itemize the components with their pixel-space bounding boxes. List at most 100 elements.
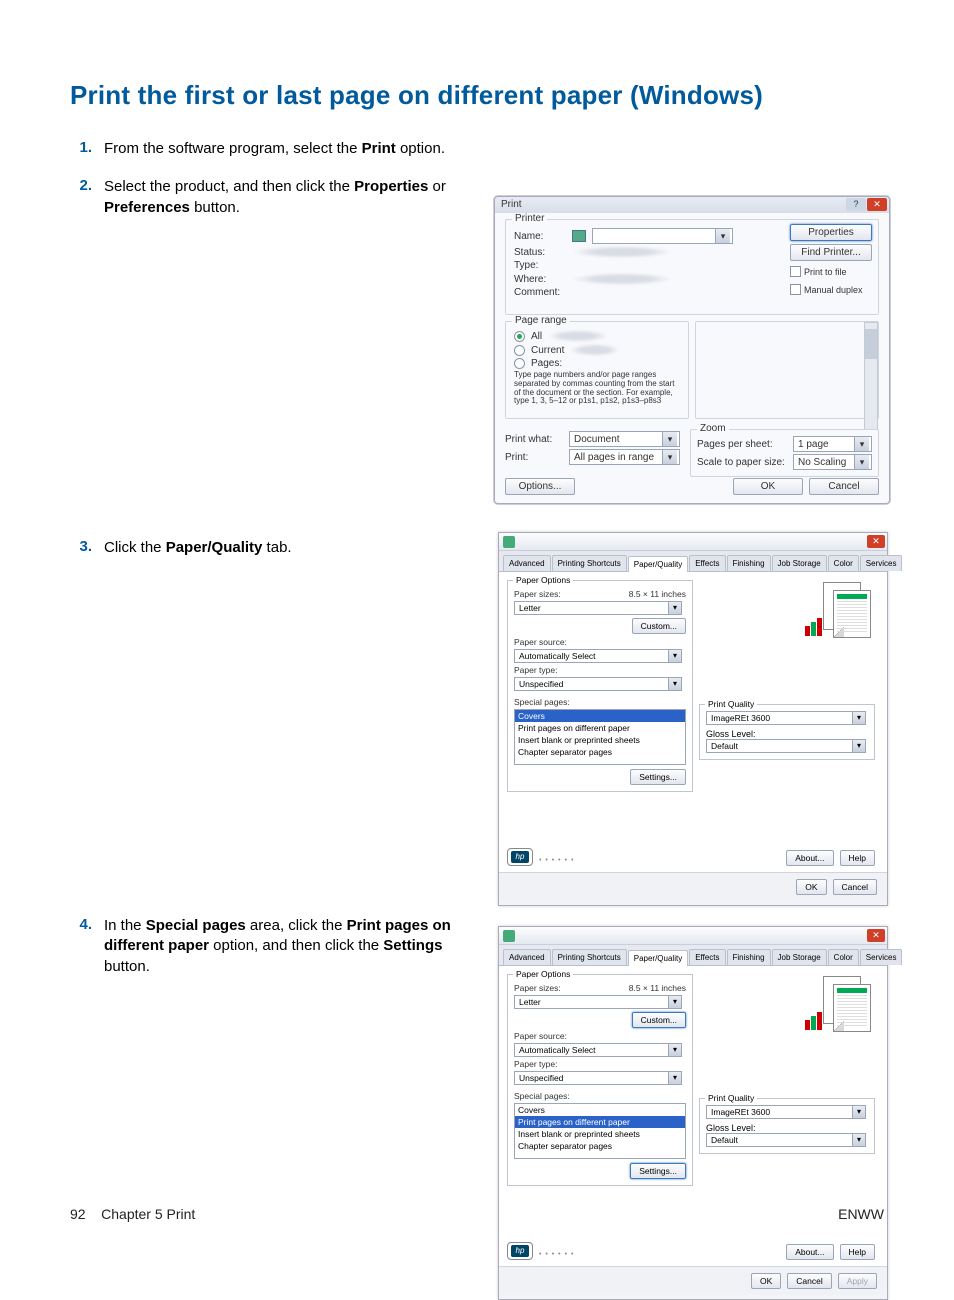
gloss-level-label: Gloss Level: xyxy=(706,1123,868,1133)
printer-group-label: Printer xyxy=(512,213,547,224)
print-quality-group-label: Print Quality xyxy=(705,1093,757,1103)
dialog-titlebar: ✕ xyxy=(499,927,887,945)
tab-advanced[interactable]: Advanced xyxy=(503,555,551,571)
step-text: From the software program, select the Pr… xyxy=(104,139,445,159)
tab-effects[interactable]: Effects xyxy=(689,555,725,571)
list-item[interactable]: Print pages on different paper xyxy=(515,722,685,734)
tab-job-storage[interactable]: Job Storage xyxy=(772,555,827,571)
pages-per-sheet-combo[interactable]: 1 page xyxy=(793,436,872,452)
list-item[interactable]: Chapter separator pages xyxy=(515,746,685,758)
cancel-button[interactable]: Cancel xyxy=(787,1273,831,1289)
step-number: 4. xyxy=(70,916,104,933)
help-button[interactable]: Help xyxy=(840,850,875,866)
hp-logo-icon: hp xyxy=(507,848,533,866)
ok-button[interactable]: OK xyxy=(796,879,826,895)
scale-label: Scale to paper size: xyxy=(697,457,787,468)
tab-paper-quality[interactable]: Paper/Quality xyxy=(628,556,688,572)
list-item[interactable]: Chapter separator pages xyxy=(515,1140,685,1152)
close-icon[interactable]: ✕ xyxy=(867,929,885,942)
gloss-level-combo[interactable]: Default xyxy=(706,1133,866,1147)
gloss-level-combo[interactable]: Default xyxy=(706,739,866,753)
printer-icon xyxy=(503,536,515,548)
page-title: Print the first or last page on differen… xyxy=(70,80,884,111)
paper-sizes-combo[interactable]: Letter xyxy=(514,995,682,1009)
tab-color[interactable]: Color xyxy=(828,555,859,571)
special-pages-list[interactable]: Covers Print pages on different paper In… xyxy=(514,1103,686,1159)
scale-combo[interactable]: No Scaling xyxy=(793,454,872,470)
type-label: Type: xyxy=(514,260,566,271)
tab-paper-quality[interactable]: Paper/Quality xyxy=(628,950,688,966)
find-printer-button[interactable]: Find Printer... xyxy=(790,244,872,261)
pages-radio[interactable] xyxy=(514,358,525,369)
help-icon[interactable]: ? xyxy=(846,198,866,211)
tab-advanced[interactable]: Advanced xyxy=(503,949,551,965)
paper-type-combo[interactable]: Unspecified xyxy=(514,1071,682,1085)
all-radio[interactable] xyxy=(514,331,525,342)
list-item[interactable]: Covers xyxy=(515,1104,685,1116)
list-item[interactable]: Print pages on different paper xyxy=(515,1116,685,1128)
paper-options-group-label: Paper Options xyxy=(513,969,573,979)
tab-job-storage[interactable]: Job Storage xyxy=(772,949,827,965)
about-button[interactable]: About... xyxy=(786,850,833,866)
print-to-file-checkbox[interactable] xyxy=(790,266,801,277)
help-button[interactable]: Help xyxy=(840,1244,875,1260)
special-pages-list[interactable]: Covers Print pages on different paper In… xyxy=(514,709,686,765)
tab-color[interactable]: Color xyxy=(828,949,859,965)
ok-button[interactable]: OK xyxy=(751,1273,781,1289)
list-item[interactable]: Insert blank or preprinted sheets xyxy=(515,734,685,746)
tab-services[interactable]: Services xyxy=(860,949,903,965)
about-button[interactable]: About... xyxy=(786,1244,833,1260)
status-label: Status: xyxy=(514,247,566,258)
special-pages-label: Special pages: xyxy=(514,1091,686,1101)
tab-services[interactable]: Services xyxy=(860,555,903,571)
close-icon[interactable]: ✕ xyxy=(867,198,887,211)
paper-type-combo[interactable]: Unspecified xyxy=(514,677,682,691)
print-quality-combo[interactable]: ImageREt 3600 xyxy=(706,1105,866,1119)
ok-button[interactable]: OK xyxy=(733,478,803,495)
manual-duplex-checkbox[interactable] xyxy=(790,284,801,295)
settings-button[interactable]: Settings... xyxy=(630,1163,686,1179)
paper-source-combo[interactable]: Automatically Select xyxy=(514,1043,682,1057)
all-radio-label: All xyxy=(531,331,542,342)
paper-source-combo[interactable]: Automatically Select xyxy=(514,649,682,663)
tab-finishing[interactable]: Finishing xyxy=(727,555,771,571)
print-select-combo[interactable]: All pages in range xyxy=(569,449,680,465)
where-label: Where: xyxy=(514,274,566,285)
tab-effects[interactable]: Effects xyxy=(689,949,725,965)
paper-source-label: Paper source: xyxy=(514,637,686,647)
paper-type-label: Paper type: xyxy=(514,1059,686,1069)
close-icon[interactable]: ✕ xyxy=(867,535,885,548)
list-item[interactable]: Insert blank or preprinted sheets xyxy=(515,1128,685,1140)
footer-page-number: 92 xyxy=(70,1206,86,1222)
page-preview xyxy=(805,582,875,638)
cancel-button[interactable]: Cancel xyxy=(833,879,877,895)
apply-button[interactable]: Apply xyxy=(838,1273,877,1289)
paper-source-label: Paper source: xyxy=(514,1031,686,1041)
manual-duplex-label: Manual duplex xyxy=(804,285,863,295)
step-number: 1. xyxy=(70,139,104,156)
tab-finishing[interactable]: Finishing xyxy=(727,949,771,965)
redacted-icon xyxy=(548,330,608,342)
document-page: Print the first or last page on differen… xyxy=(0,0,954,1270)
properties-button[interactable]: Properties xyxy=(790,224,872,241)
custom-button[interactable]: Custom... xyxy=(632,618,686,634)
print-dialog-screenshot: Print ? ✕ Printer Name: Properties Find … xyxy=(494,196,890,504)
printer-name-combo[interactable] xyxy=(592,228,733,244)
settings-button[interactable]: Settings... xyxy=(630,769,686,785)
print-what-combo[interactable]: Document xyxy=(569,431,680,447)
footer-chapter: Chapter 5 Print xyxy=(101,1206,195,1222)
redacted-icon xyxy=(570,344,620,356)
printer-icon xyxy=(503,930,515,942)
print-quality-combo[interactable]: ImageREt 3600 xyxy=(706,711,866,725)
current-radio-label: Current xyxy=(531,345,564,356)
tab-printing-shortcuts[interactable]: Printing Shortcuts xyxy=(552,949,627,965)
cancel-button[interactable]: Cancel xyxy=(809,478,879,495)
list-item[interactable]: Covers xyxy=(515,710,685,722)
paper-sizes-combo[interactable]: Letter xyxy=(514,601,682,615)
current-radio[interactable] xyxy=(514,345,525,356)
custom-button[interactable]: Custom... xyxy=(632,1012,686,1028)
options-button[interactable]: Options... xyxy=(505,478,575,495)
tab-printing-shortcuts[interactable]: Printing Shortcuts xyxy=(552,555,627,571)
paper-options-group-label: Paper Options xyxy=(513,575,573,585)
print-quality-group-label: Print Quality xyxy=(705,699,757,709)
